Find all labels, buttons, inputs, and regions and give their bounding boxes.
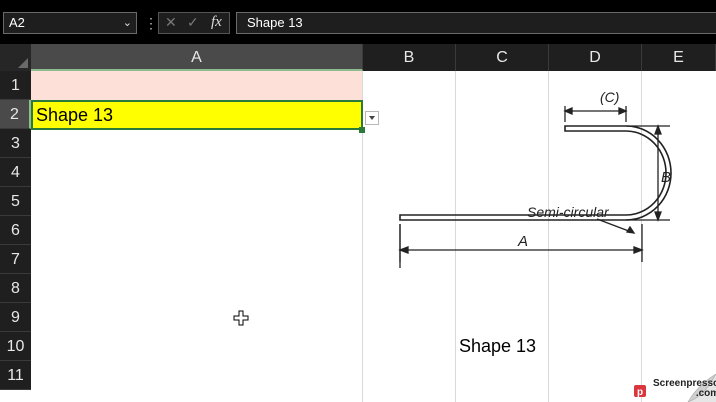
row-header-2[interactable]: 2 — [0, 100, 31, 129]
column-header-a[interactable]: A — [31, 44, 363, 71]
formula-actions: ✕ ✓ fx — [158, 12, 230, 34]
row-header-1[interactable]: 1 — [0, 71, 31, 100]
label-a: A — [517, 233, 528, 250]
more-options-icon[interactable]: ⋮ — [144, 14, 158, 32]
formula-bar: A2 ⌄ ⋮ ✕ ✓ fx Shape 13 — [0, 0, 716, 44]
svg-text:p: p — [637, 387, 643, 398]
formula-input[interactable]: Shape 13 — [236, 12, 716, 34]
column-header-c[interactable]: C — [456, 44, 549, 71]
chevron-down-icon[interactable]: ⌄ — [123, 13, 132, 33]
watermark-text: Screenpresso .com — [653, 379, 716, 399]
row-header-7[interactable]: 7 — [0, 245, 31, 274]
label-c: (C) — [600, 89, 619, 105]
column-header-e[interactable]: E — [642, 44, 716, 71]
cell-a2-selected[interactable]: Shape 13 — [31, 100, 363, 130]
cancel-icon[interactable]: ✕ — [165, 14, 177, 31]
move-cursor-icon — [233, 310, 249, 326]
dropdown-arrow-icon[interactable] — [365, 111, 379, 125]
watermark-line2: .com — [695, 388, 716, 399]
row-header-10[interactable]: 10 — [0, 332, 31, 361]
name-box-value: A2 — [9, 15, 25, 30]
row-header-11[interactable]: 11 — [0, 361, 31, 390]
column-header-b[interactable]: B — [363, 44, 456, 71]
name-box[interactable]: A2 ⌄ — [3, 12, 137, 34]
row-header-6[interactable]: 6 — [0, 216, 31, 245]
label-b: B — [661, 169, 671, 186]
shape-13-diagram: (C) B A Semi-circular — [398, 89, 672, 268]
function-icon[interactable]: fx — [211, 14, 222, 31]
select-all-corner[interactable] — [0, 44, 31, 71]
cell-a1[interactable] — [31, 71, 362, 100]
row-header-8[interactable]: 8 — [0, 274, 31, 303]
column-header-d[interactable]: D — [549, 44, 642, 71]
fill-handle[interactable] — [359, 127, 365, 133]
row-header-9[interactable]: 9 — [0, 303, 31, 332]
label-semi-circular: Semi-circular — [527, 204, 610, 220]
row-header-5[interactable]: 5 — [0, 187, 31, 216]
row-header-4[interactable]: 4 — [0, 158, 31, 187]
row-header-3[interactable]: 3 — [0, 129, 31, 158]
shape-caption: Shape 13 — [459, 336, 537, 356]
confirm-icon[interactable]: ✓ — [187, 14, 199, 31]
spreadsheet-grid[interactable]: A B C D E 1 2 3 4 5 6 7 8 9 10 11 Shape … — [0, 44, 716, 402]
